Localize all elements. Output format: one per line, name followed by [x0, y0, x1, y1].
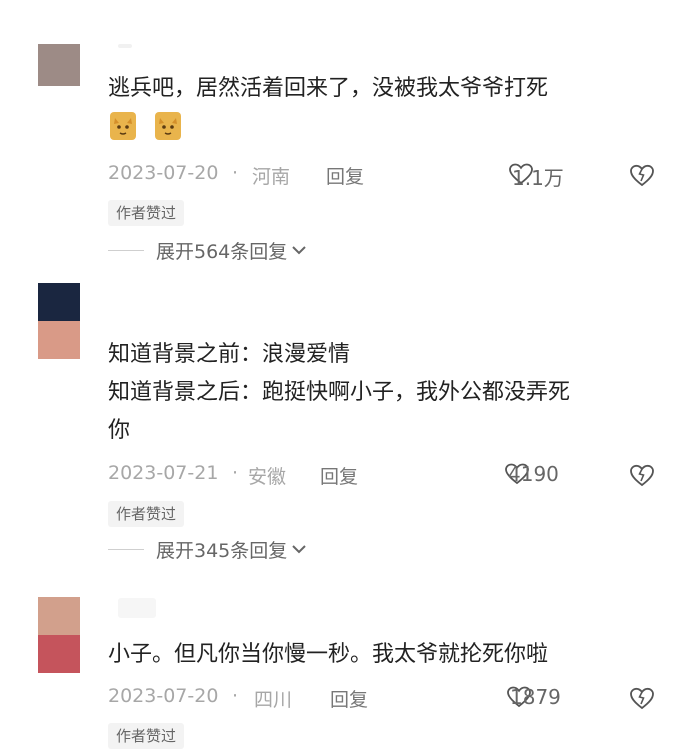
comment-line: 知道背景之后：跑挺快啊小子，我外公都没弄死: [108, 380, 571, 405]
divider-line: [108, 249, 144, 251]
cat-sticker-icon: [110, 112, 136, 140]
username-blurred: [118, 44, 132, 48]
comment-date: 2023-07-20: [108, 685, 219, 707]
expand-replies-button[interactable]: 展开564条回复: [108, 235, 307, 265]
username-blurred: [118, 598, 156, 618]
chevron-down-icon: [291, 538, 307, 560]
comment-meta: 2023-07-20 · 河南 回复 1.1万: [108, 158, 668, 190]
comment-text: 逃兵吧，居然活着回来了，没被我太爷爷打死: [108, 70, 664, 108]
expand-label: 展开564条回复: [156, 240, 288, 263]
reply-button[interactable]: 回复: [330, 685, 368, 712]
dislike-icon[interactable]: [628, 462, 656, 488]
comment-date: 2023-07-21: [108, 462, 219, 484]
meta-separator: ·: [232, 685, 239, 707]
reply-button[interactable]: 回复: [320, 462, 358, 489]
comment-meta: 2023-07-20 · 四川 回复 1879: [108, 681, 668, 713]
meta-separator: ·: [232, 162, 239, 184]
divider-line: [108, 548, 144, 550]
comment-line: 知道背景之前：浪漫爱情: [108, 342, 351, 367]
author-liked-tag: 作者赞过: [108, 501, 185, 527]
comment-text: 小子。但凡你当你慢一秒。我太爷就抡死你啦: [108, 636, 664, 674]
comment-date: 2023-07-20: [108, 162, 219, 184]
expand-replies-button[interactable]: 展开345条回复: [108, 534, 307, 564]
dislike-icon[interactable]: [628, 685, 656, 711]
avatar[interactable]: [38, 597, 80, 673]
author-liked-tag: 作者赞过: [108, 200, 185, 226]
sticker-row: [110, 112, 195, 140]
like-count: 4190: [508, 462, 559, 486]
meta-separator: ·: [232, 462, 239, 484]
avatar[interactable]: [38, 44, 80, 86]
comment-location: 河南: [252, 166, 291, 188]
chevron-down-icon: [291, 239, 307, 261]
comment-line: 逃兵吧，居然活着回来了，没被我太爷爷打死: [108, 76, 549, 101]
reply-button[interactable]: 回复: [326, 162, 364, 189]
comment-location: 四川: [254, 689, 293, 711]
comment-text: 知道背景之前：浪漫爱情 知道背景之后：跑挺快啊小子，我外公都没弄死 你: [108, 336, 664, 450]
cat-sticker-icon: [155, 112, 182, 140]
dislike-icon[interactable]: [628, 162, 656, 188]
avatar[interactable]: [38, 283, 80, 359]
comment-meta: 2023-07-21 · 安徽 回复 4190: [108, 458, 668, 490]
expand-label: 展开345条回复: [156, 539, 288, 562]
comment-line: 小子。但凡你当你慢一秒。我太爷就抡死你啦: [108, 642, 549, 667]
like-count: 1.1万: [512, 166, 564, 190]
like-count: 1879: [510, 685, 561, 709]
comment-location: 安徽: [248, 466, 287, 488]
author-liked-tag: 作者赞过: [108, 723, 185, 749]
comment-line: 你: [108, 418, 131, 443]
